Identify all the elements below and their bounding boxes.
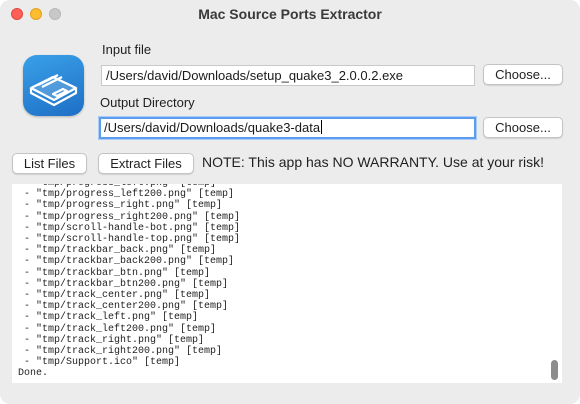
log-line: - "tmp/trackbar_btn.png" [temp] — [18, 267, 211, 279]
log-line: - "tmp/track_left200.png" [temp] — [18, 323, 217, 335]
title-bar[interactable]: Mac Source Ports Extractor — [0, 0, 580, 29]
warranty-note: NOTE: This app has NO WARRANTY. Use at y… — [202, 154, 545, 170]
log-line: - "tmp/track_left.png" [temp] — [18, 312, 199, 324]
log-line: - "tmp/trackbar_btn200.png" [temp] — [18, 278, 229, 290]
list-files-button[interactable]: List Files — [12, 153, 87, 174]
disk-icon — [23, 55, 84, 116]
log-line: - "tmp/progress_left200.png" [temp] — [18, 189, 235, 201]
log-line: - "tmp/track_center.png" [temp] — [18, 290, 211, 302]
log-scrollbar[interactable] — [551, 360, 558, 380]
log-line: - "tmp/scroll-handle-top.png" [temp] — [18, 234, 241, 246]
choose-input-button[interactable]: Choose... — [483, 64, 563, 85]
app-window: Mac Source Ports Extractor Input file /U… — [0, 0, 580, 404]
log-line: - "tmp/track_right200.png" [temp] — [18, 346, 223, 358]
output-directory-value: /Users/david/Downloads/quake3-data — [104, 120, 321, 135]
choose-output-button[interactable]: Choose... — [483, 117, 563, 138]
text-caret — [321, 120, 323, 134]
log-line: - "tmp/trackbar_back200.png" [temp] — [18, 256, 235, 268]
log-line: - "tmp/track_right.png" [temp] — [18, 334, 205, 346]
log-line: - "tmp/scroll-handle-bot.png" [temp] — [18, 222, 241, 234]
log-line: Done. — [18, 368, 49, 380]
window-title: Mac Source Ports Extractor — [198, 6, 382, 22]
extract-files-button[interactable]: Extract Files — [98, 153, 194, 174]
output-log[interactable]: - "tmp/progress_left.png" [temp] - "tmp/… — [12, 184, 562, 383]
log-line: - "tmp/progress_right.png" [temp] — [18, 200, 223, 212]
log-line: - "tmp/trackbar_back.png" [temp] — [18, 245, 217, 257]
log-line: - "tmp/track_center200.png" [temp] — [18, 301, 229, 313]
log-line: - "tmp/progress_right200.png" [temp] — [18, 211, 241, 223]
output-directory-field[interactable]: /Users/david/Downloads/quake3-data — [99, 117, 476, 139]
input-file-label: Input file — [102, 42, 152, 57]
log-line: - "tmp/Support.ico" [temp] — [18, 357, 181, 369]
log-lines: - "tmp/progress_left.png" [temp] - "tmp/… — [18, 184, 240, 380]
input-file-field[interactable]: /Users/david/Downloads/setup_quake3_2.0.… — [101, 65, 475, 86]
output-directory-label: Output Directory — [100, 95, 195, 110]
